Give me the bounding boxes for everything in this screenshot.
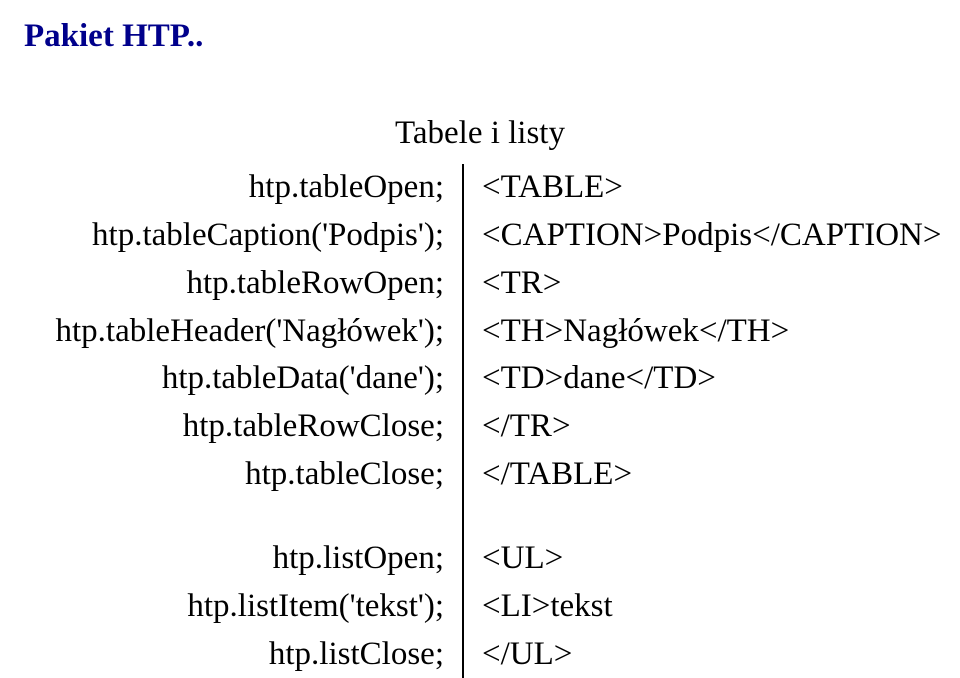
code-line: htp.tableCaption('Podpis');	[24, 212, 444, 260]
code-line: <CAPTION>Podpis</CAPTION>	[482, 212, 936, 260]
table-commands-right: <TABLE> <CAPTION>Podpis</CAPTION> <TR> <…	[482, 164, 936, 499]
code-line: </UL>	[482, 631, 936, 678]
code-line: <TD>dane</TD>	[482, 355, 936, 403]
code-line: <TR>	[482, 260, 936, 308]
spacer	[24, 499, 444, 535]
list-commands-right: <UL> <LI>tekst </UL>	[482, 535, 936, 678]
table-commands-left: htp.tableOpen; htp.tableCaption('Podpis'…	[24, 164, 444, 499]
code-line: htp.listItem('tekst');	[24, 583, 444, 631]
code-line: <TABLE>	[482, 164, 936, 212]
right-column: <TABLE> <CAPTION>Podpis</CAPTION> <TR> <…	[464, 164, 936, 678]
subtitle: Tabele i listy	[24, 115, 936, 152]
spacer	[482, 499, 936, 535]
code-line: htp.tableData('dane');	[24, 355, 444, 403]
code-line: </TR>	[482, 403, 936, 451]
code-line: htp.tableRowOpen;	[24, 260, 444, 308]
page-title: Pakiet HTP..	[24, 18, 936, 55]
code-line: htp.tableClose;	[24, 451, 444, 499]
code-line: </TABLE>	[482, 451, 936, 499]
left-column: htp.tableOpen; htp.tableCaption('Podpis'…	[24, 164, 464, 678]
code-line: htp.tableHeader('Nagłówek');	[24, 308, 444, 356]
code-line: <TH>Nagłówek</TH>	[482, 308, 936, 356]
code-line: <LI>tekst	[482, 583, 936, 631]
code-line: htp.tableRowClose;	[24, 403, 444, 451]
code-line: htp.listClose;	[24, 631, 444, 678]
content-columns: htp.tableOpen; htp.tableCaption('Podpis'…	[24, 164, 936, 678]
list-commands-left: htp.listOpen; htp.listItem('tekst'); htp…	[24, 535, 444, 678]
code-line: htp.tableOpen;	[24, 164, 444, 212]
code-line: htp.listOpen;	[24, 535, 444, 583]
code-line: <UL>	[482, 535, 936, 583]
